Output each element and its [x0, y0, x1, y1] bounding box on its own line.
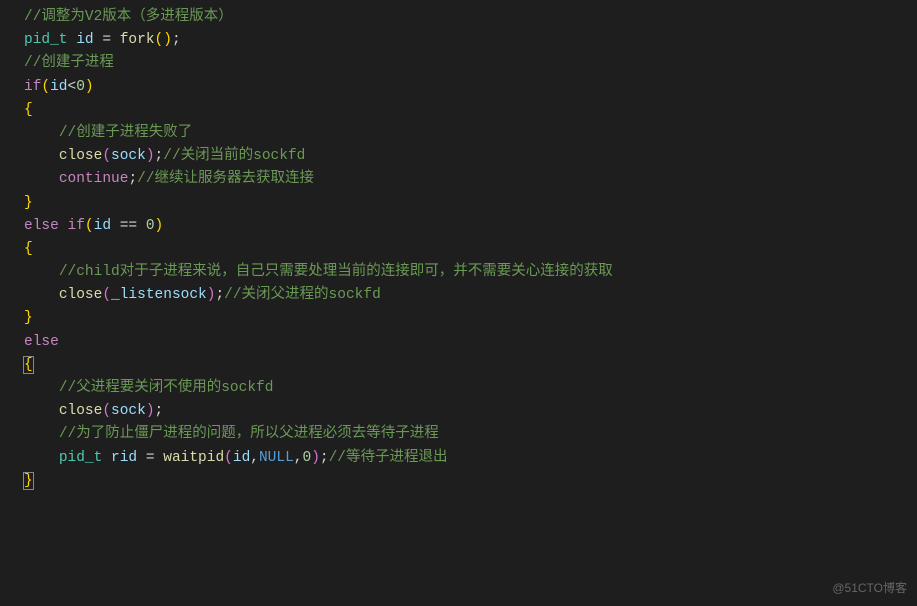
semicolon: ; — [215, 287, 224, 303]
identifier: sock — [111, 403, 146, 419]
open-paren: ( — [102, 148, 111, 164]
close-brace: } — [24, 195, 33, 211]
code-line: close(_listensock);//关闭父进程的sockfd — [24, 284, 917, 307]
identifier: _listensock — [111, 287, 207, 303]
open-brace-highlighted: { — [23, 356, 34, 374]
code-line: //为了防止僵尸进程的问题，所以父进程必须去等待子进程 — [24, 423, 917, 446]
null-constant: NULL — [259, 450, 294, 466]
function-call: fork — [120, 32, 155, 48]
watermark-text: @51CTO博客 — [832, 579, 907, 598]
close-brace-highlighted: } — [23, 472, 34, 490]
open-paren: ( — [41, 79, 50, 95]
code-line: } — [24, 192, 917, 215]
semicolon: ; — [155, 148, 164, 164]
comment-text: //关闭当前的sockfd — [163, 148, 305, 164]
code-editor[interactable]: //调整为V2版本（多进程版本） pid_t id = fork(); //创建… — [0, 6, 917, 493]
code-line: //调整为V2版本（多进程版本） — [24, 6, 917, 29]
close-paren: ) — [146, 403, 155, 419]
number-literal: 0 — [146, 218, 155, 234]
function-call: waitpid — [163, 450, 224, 466]
close-paren: ) — [146, 148, 155, 164]
close-paren: ) — [311, 450, 320, 466]
code-line: //创建子进程 — [24, 52, 917, 75]
code-line: { — [24, 354, 917, 377]
comment-text: //child对于子进程来说，自己只需要处理当前的连接即可，并不需要关心连接的获… — [59, 264, 613, 280]
semicolon: ; — [172, 32, 181, 48]
semicolon: ; — [128, 171, 137, 187]
identifier: id — [94, 218, 120, 234]
comment-text: //等待子进程退出 — [329, 450, 448, 466]
open-brace: { — [24, 241, 33, 257]
close-paren: ) — [155, 218, 164, 234]
semicolon: ; — [155, 403, 164, 419]
else-keyword: else — [24, 218, 59, 234]
identifier: sock — [111, 148, 146, 164]
comma: , — [294, 450, 303, 466]
identifier: id — [50, 79, 67, 95]
comment-text: //父进程要关闭不使用的sockfd — [59, 380, 274, 396]
parentheses: () — [155, 32, 172, 48]
code-line: //创建子进程失败了 — [24, 122, 917, 145]
comment-text: //创建子进程 — [24, 55, 114, 71]
open-paren: ( — [102, 403, 111, 419]
code-line: { — [24, 99, 917, 122]
open-paren: ( — [102, 287, 111, 303]
comment-text: //关闭父进程的sockfd — [224, 287, 381, 303]
code-line: //child对于子进程来说，自己只需要处理当前的连接即可，并不需要关心连接的获… — [24, 261, 917, 284]
code-line: close(sock); — [24, 400, 917, 423]
code-line: close(sock);//关闭当前的sockfd — [24, 145, 917, 168]
code-line: else if(id == 0) — [24, 215, 917, 238]
else-keyword: else — [24, 334, 59, 350]
semicolon: ; — [320, 450, 329, 466]
operator: = — [146, 450, 163, 466]
operator: == — [120, 218, 146, 234]
comment-text: //调整为V2版本（多进程版本） — [24, 9, 233, 25]
open-paren: ( — [85, 218, 94, 234]
comment-text: //为了防止僵尸进程的问题，所以父进程必须去等待子进程 — [59, 426, 439, 442]
number-literal: 0 — [303, 450, 312, 466]
close-paren: ) — [85, 79, 94, 95]
code-line: else — [24, 331, 917, 354]
if-keyword: if — [59, 218, 85, 234]
open-paren: ( — [224, 450, 233, 466]
type-keyword: pid_t — [59, 450, 103, 466]
code-line: continue;//继续让服务器去获取连接 — [24, 168, 917, 191]
comment-text: //创建子进程失败了 — [59, 125, 192, 141]
code-line: } — [24, 307, 917, 330]
identifier: rid — [102, 450, 146, 466]
function-call: close — [59, 403, 103, 419]
operator: = — [102, 32, 119, 48]
function-call: close — [59, 287, 103, 303]
code-line: { — [24, 238, 917, 261]
code-line: //父进程要关闭不使用的sockfd — [24, 377, 917, 400]
code-line: } — [24, 470, 917, 493]
close-brace: } — [24, 310, 33, 326]
continue-keyword: continue — [59, 171, 129, 187]
code-line: pid_t rid = waitpid(id,NULL,0);//等待子进程退出 — [24, 447, 917, 470]
comment-text: //继续让服务器去获取连接 — [137, 171, 314, 187]
type-keyword: pid_t — [24, 32, 68, 48]
code-line: if(id<0) — [24, 76, 917, 99]
code-line: pid_t id = fork(); — [24, 29, 917, 52]
operator: < — [68, 79, 77, 95]
comma: , — [250, 450, 259, 466]
open-brace: { — [24, 102, 33, 118]
identifier: id — [68, 32, 103, 48]
number-literal: 0 — [76, 79, 85, 95]
identifier: id — [233, 450, 250, 466]
function-call: close — [59, 148, 103, 164]
if-keyword: if — [24, 79, 41, 95]
